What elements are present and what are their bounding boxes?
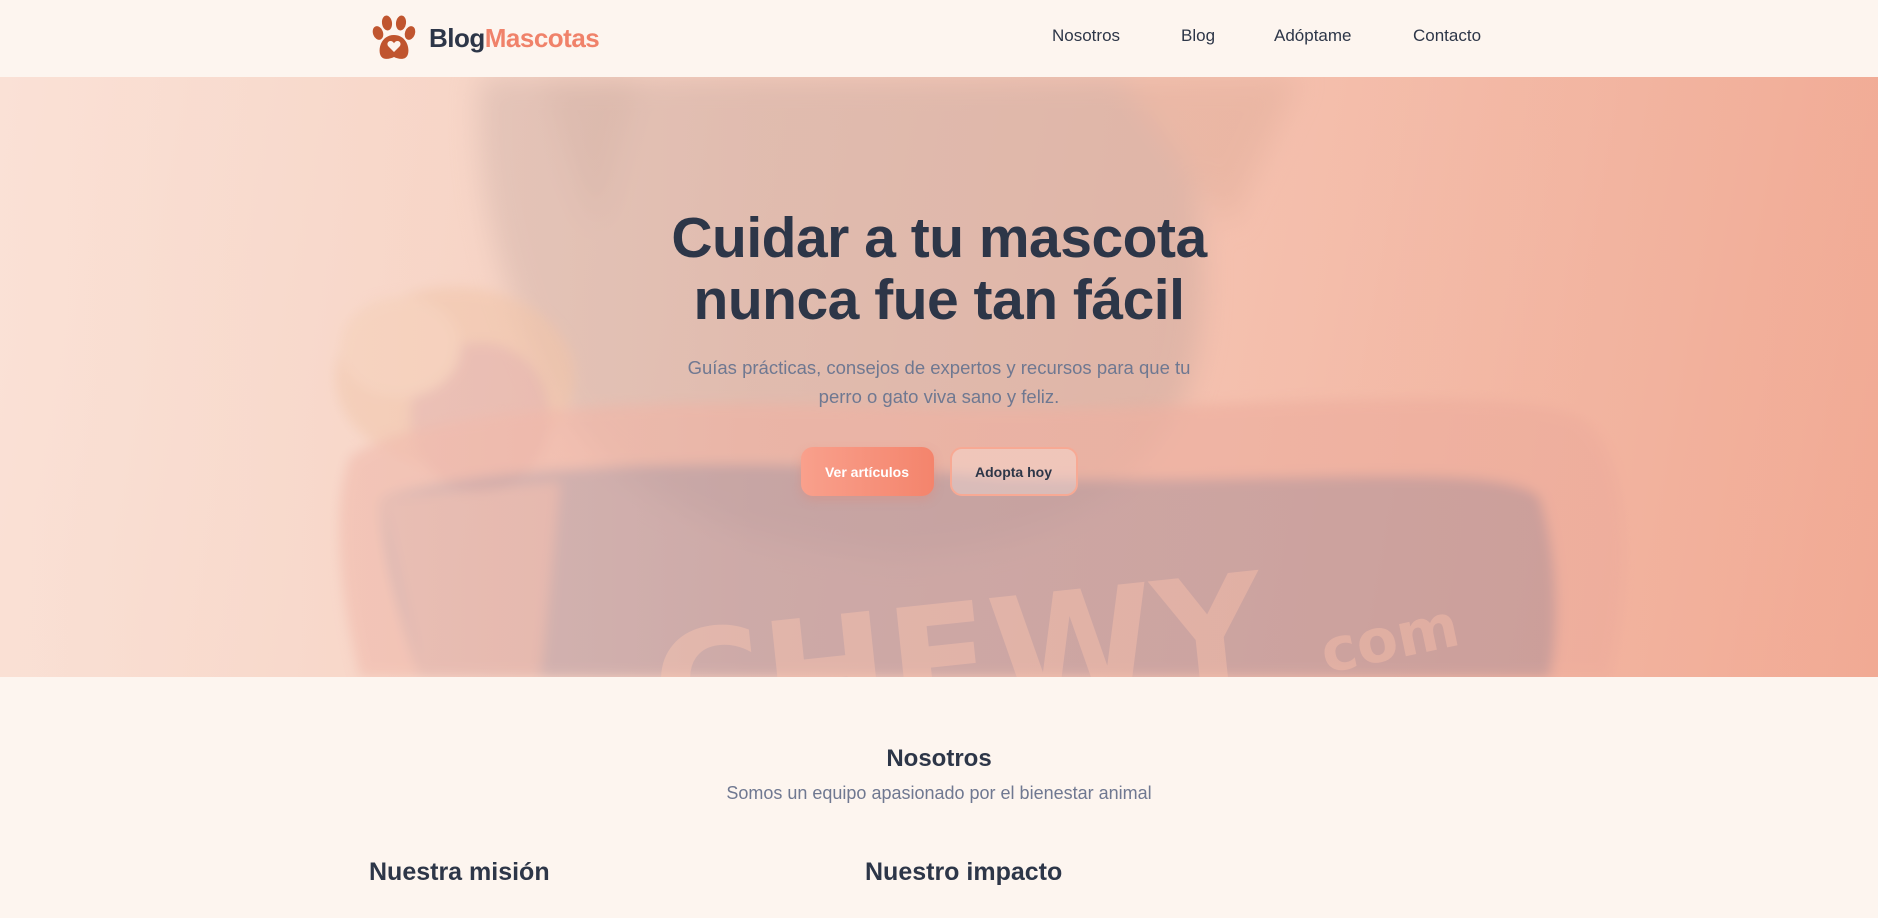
nav-link-blog[interactable]: Blog xyxy=(1181,26,1215,46)
nav-link-contacto[interactable]: Contacto xyxy=(1413,26,1481,46)
hero-actions: Ver artículos Adopta hoy xyxy=(639,447,1239,496)
hero-title: Cuidar a tu mascota nunca fue tan fácil xyxy=(671,206,1207,332)
view-articles-button[interactable]: Ver artículos xyxy=(800,447,934,496)
about-title: Nosotros xyxy=(886,745,992,772)
hero-content: Cuidar a tu mascota nunca fue tan fácil … xyxy=(639,207,1239,496)
adopt-now-button[interactable]: Adopta hoy xyxy=(949,447,1078,496)
impact-title: Nuestro impacto xyxy=(865,858,1063,886)
mission-title: Nuestra misión xyxy=(369,858,550,886)
brand-name: BlogMascotas xyxy=(429,22,600,54)
brand-logo-link[interactable]: BlogMascotas xyxy=(369,12,600,64)
brand-name-part1: Blog xyxy=(429,22,485,53)
paw-heart-icon xyxy=(369,13,419,63)
hero-section: CHEWY com Cuidar a tu mascota nunca fue … xyxy=(0,77,1878,677)
nav-link-nosotros[interactable]: Nosotros xyxy=(1052,26,1120,46)
nav-link-adoptame[interactable]: Adóptame xyxy=(1274,26,1352,46)
top-navbar: BlogMascotas Nosotros Blog Adóptame Cont… xyxy=(0,0,1878,77)
brand-name-part2: Mascotas xyxy=(484,22,600,53)
about-subtitle: Somos un equipo apasionado por el bienes… xyxy=(726,783,1152,803)
hero-subtitle: Guías prácticas, consejos de expertos y … xyxy=(687,357,1191,407)
